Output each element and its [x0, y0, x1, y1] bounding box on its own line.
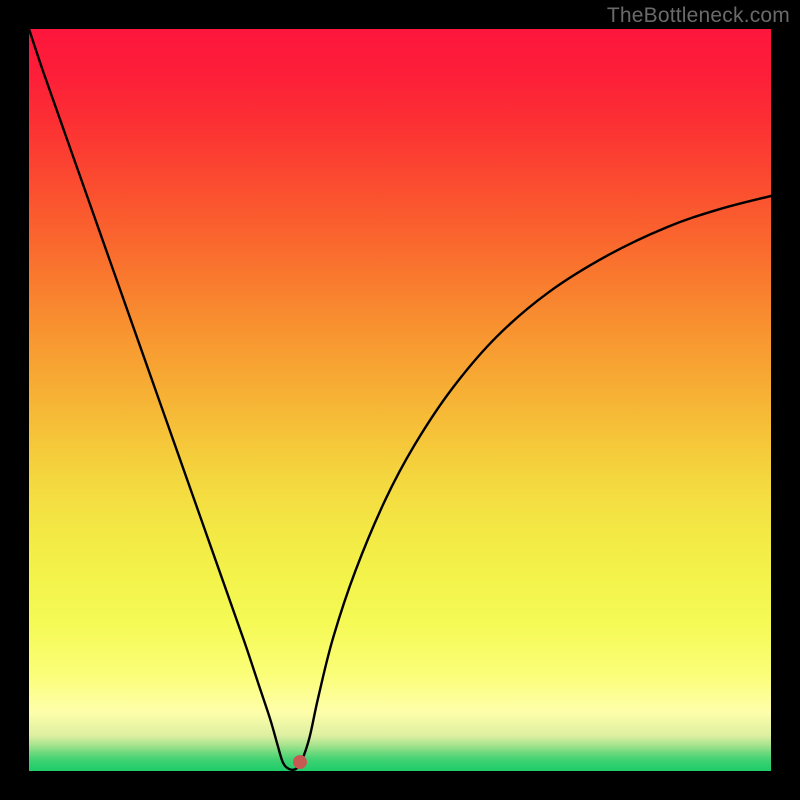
curve-layer [29, 29, 771, 771]
plot-area [29, 29, 771, 771]
chart-frame: TheBottleneck.com [0, 0, 800, 800]
optimal-point-marker [293, 755, 307, 769]
attribution-label: TheBottleneck.com [607, 4, 790, 28]
bottleneck-curve [29, 29, 771, 770]
